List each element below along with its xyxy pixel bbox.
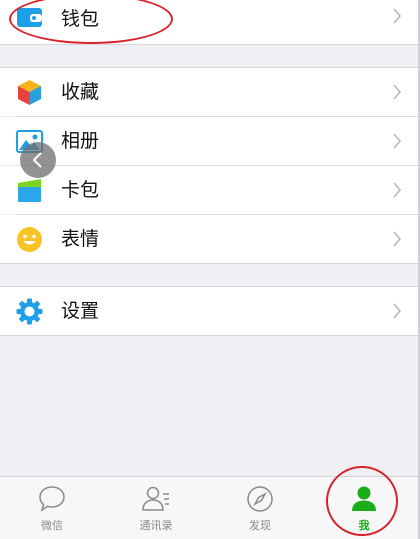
card-pack-icon bbox=[18, 179, 41, 202]
menu-row-favorites[interactable]: 收藏 bbox=[0, 68, 418, 116]
menu-label-settings: 设置 bbox=[61, 300, 100, 322]
menu-label-favorites: 收藏 bbox=[61, 81, 100, 103]
chevron-left-icon bbox=[32, 152, 42, 168]
tab-chats[interactable]: 微信 bbox=[0, 477, 104, 539]
chevron-right-icon bbox=[393, 8, 402, 24]
favorites-cube-icon bbox=[18, 80, 41, 105]
divider bbox=[0, 263, 418, 264]
gear-icon bbox=[16, 298, 43, 325]
menu-row-album[interactable]: 相册 bbox=[0, 117, 418, 165]
divider bbox=[0, 44, 418, 45]
menu-label-wallet: 钱包 bbox=[61, 8, 100, 30]
tab-label: 通讯录 bbox=[139, 519, 173, 532]
tab-contacts[interactable]: 通讯录 bbox=[104, 477, 208, 539]
compass-icon bbox=[247, 486, 273, 512]
contacts-icon bbox=[142, 486, 169, 511]
tab-label: 我 bbox=[358, 519, 370, 532]
menu-label-album: 相册 bbox=[61, 130, 100, 152]
chat-bubble-icon bbox=[39, 486, 65, 512]
tab-label: 微信 bbox=[41, 519, 63, 532]
menu-row-cards[interactable]: 卡包 bbox=[0, 166, 418, 214]
chevron-right-icon bbox=[393, 182, 402, 198]
menu-row-wallet[interactable]: 钱包 bbox=[0, 0, 418, 44]
bottom-tab-bar: 微信 通讯录 发现 我 bbox=[0, 476, 418, 539]
tab-label: 发现 bbox=[249, 519, 271, 532]
smiley-icon bbox=[17, 227, 42, 252]
menu-row-stickers[interactable]: 表情 bbox=[0, 215, 418, 263]
menu-row-settings[interactable]: 设置 bbox=[0, 287, 418, 335]
chevron-right-icon bbox=[393, 133, 402, 149]
tab-me[interactable]: 我 bbox=[312, 477, 416, 539]
chevron-right-icon bbox=[393, 303, 402, 319]
tab-discover[interactable]: 发现 bbox=[208, 477, 312, 539]
chevron-right-icon bbox=[393, 231, 402, 247]
wallet-icon bbox=[17, 8, 42, 27]
person-icon bbox=[352, 486, 376, 511]
floating-back-button[interactable] bbox=[20, 142, 56, 178]
chevron-right-icon bbox=[393, 84, 402, 100]
divider bbox=[0, 335, 418, 336]
menu-label-stickers: 表情 bbox=[61, 228, 100, 250]
menu-label-cards: 卡包 bbox=[61, 179, 100, 201]
